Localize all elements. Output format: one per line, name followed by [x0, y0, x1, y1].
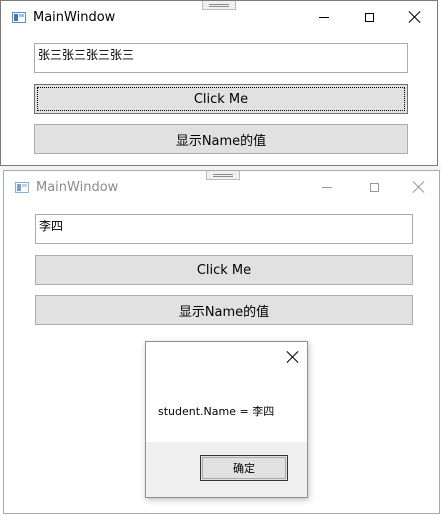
name-textbox[interactable]: 张三张三张三张三	[34, 43, 408, 73]
name-textbox[interactable]: 李四	[35, 214, 413, 244]
show-name-label: 显示Name的值	[178, 304, 270, 320]
minimize-icon	[319, 16, 329, 18]
maximize-icon	[364, 12, 374, 22]
dialog-footer: 确定	[146, 442, 307, 497]
close-icon	[409, 11, 421, 23]
drag-grip-icon[interactable]	[202, 1, 236, 10]
show-name-button[interactable]: 显示Name的值	[35, 295, 413, 325]
close-icon	[413, 181, 425, 193]
show-name-label: 显示Name的值	[175, 133, 267, 149]
click-me-label: Click Me	[193, 91, 249, 107]
minimize-icon	[322, 186, 332, 188]
title-bar[interactable]: MainWindow	[4, 171, 439, 203]
window-title: MainWindow	[33, 10, 116, 25]
close-button[interactable]	[392, 1, 437, 33]
drag-grip-icon[interactable]	[206, 171, 240, 180]
close-button[interactable]	[396, 171, 439, 203]
close-icon[interactable]	[285, 350, 299, 364]
window-title: MainWindow	[36, 180, 119, 195]
minimize-button[interactable]	[304, 171, 350, 203]
click-me-label: Click Me	[196, 262, 252, 278]
maximize-icon	[369, 182, 379, 192]
click-me-button[interactable]: Click Me	[34, 84, 408, 114]
click-me-button[interactable]: Click Me	[35, 255, 413, 285]
app-icon[interactable]	[12, 12, 26, 23]
message-box-dialog: student.Name = 李四 确定	[145, 341, 308, 498]
ok-label: 确定	[233, 462, 255, 475]
show-name-button[interactable]: 显示Name的值	[34, 124, 408, 154]
main-window-1: MainWindow 张三张三张三张三 Click Me 显示Name的值	[0, 0, 438, 166]
maximize-button[interactable]	[346, 1, 392, 33]
desktop-page: MainWindow 张三张三张三张三 Click Me 显示Name的值 Ma…	[0, 0, 441, 516]
app-icon[interactable]	[15, 182, 29, 193]
maximize-button[interactable]	[351, 171, 397, 203]
message-text: student.Name = 李四	[158, 405, 275, 418]
title-bar[interactable]: MainWindow	[1, 1, 437, 33]
ok-button[interactable]: 确定	[200, 455, 288, 481]
minimize-button[interactable]	[301, 1, 347, 33]
